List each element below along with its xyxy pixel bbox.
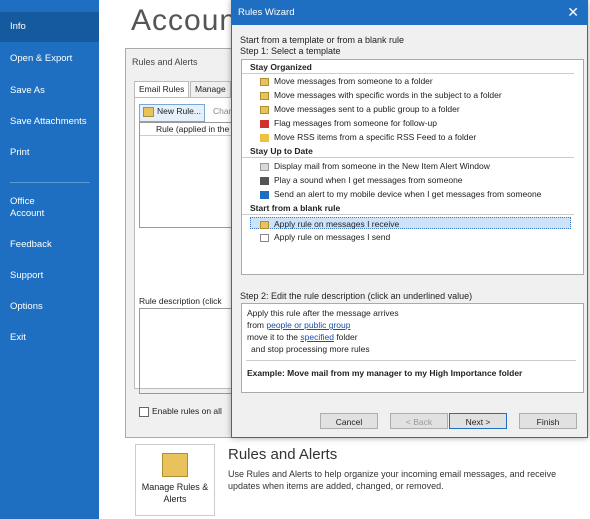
new-rule-label: New Rule...: [157, 106, 201, 116]
nav-item-feedback[interactable]: Feedback: [10, 239, 52, 250]
back-button[interactable]: < Back: [390, 413, 448, 429]
new-rule-icon: [143, 106, 154, 117]
template-item-label: Move messages sent to a public group to …: [274, 104, 460, 114]
wizard-titlebar: Rules Wizard ✕: [232, 1, 587, 25]
manage-rules-icon: [162, 453, 188, 477]
template-item-label: Apply rule on messages I send: [274, 232, 391, 242]
group-stay-organized: Stay Organized: [250, 62, 312, 72]
folder-icon: [260, 91, 269, 100]
rules-dialog-title: Rules and Alerts: [132, 57, 198, 67]
speaker-icon: [260, 176, 269, 185]
template-item-label: Play a sound when I get messages from so…: [274, 175, 463, 185]
template-item[interactable]: Play a sound when I get messages from so…: [260, 174, 463, 186]
template-item-label: Move RSS items from a specific RSS Feed …: [274, 132, 477, 142]
nav-item-open-export[interactable]: Open & Export: [10, 53, 72, 64]
specified-folder-link[interactable]: specified: [300, 332, 334, 342]
flag-icon: [260, 119, 269, 128]
group-divider: [242, 157, 574, 158]
rule-description-editor: Apply this rule after the message arrive…: [241, 303, 584, 393]
tab-email-rules[interactable]: Email Rules: [134, 81, 190, 97]
rule-description-label: Rule description (click: [139, 296, 222, 306]
template-item-label: Send an alert to my mobile device when I…: [274, 189, 542, 199]
rss-icon: [260, 133, 269, 142]
nav-item-save-attachments[interactable]: Save Attachments: [10, 116, 87, 127]
rules-alerts-description: Use Rules and Alerts to help organize yo…: [228, 469, 557, 491]
nav-item-exit[interactable]: Exit: [10, 332, 26, 343]
group-divider: [242, 214, 574, 215]
example-text: Example: Move mail from my manager to my…: [247, 368, 523, 378]
template-item-label: Flag messages from someone for follow-up: [274, 118, 437, 128]
rules-wizard-dialog: Rules Wizard ✕ Start from a template or …: [231, 0, 588, 438]
rule-column-header: Rule (applied in the: [156, 124, 230, 134]
desc-line-1: Apply this rule after the message arrive…: [247, 308, 399, 318]
nav-item-print[interactable]: Print: [10, 147, 30, 158]
nav-item-support[interactable]: Support: [10, 270, 43, 281]
desc-line-3-prefix: move it to the: [247, 332, 301, 342]
folder-icon: [260, 105, 269, 114]
template-item-selected[interactable]: Apply rule on messages I receive: [250, 217, 571, 229]
close-icon[interactable]: ✕: [567, 4, 579, 21]
wizard-title: Rules Wizard: [238, 7, 295, 18]
manage-rules-label: Manage Rules & Alerts: [141, 482, 209, 504]
folder-icon: [260, 77, 269, 86]
step1-label: Step 1: Select a template: [240, 46, 341, 56]
nav-item-save-as[interactable]: Save As: [10, 85, 45, 96]
template-item-label: Move messages with specific words in the…: [274, 90, 502, 100]
template-item[interactable]: Move messages with specific words in the…: [260, 89, 502, 101]
template-item[interactable]: Display mail from someone in the New Ite…: [260, 160, 490, 172]
finish-button[interactable]: Finish: [519, 413, 577, 429]
template-list[interactable]: Stay Organized Move messages from someon…: [241, 59, 584, 275]
group-divider: [242, 73, 574, 74]
phone-icon: [260, 190, 269, 199]
nav-separator: [10, 182, 90, 183]
enable-rules-option[interactable]: Enable rules on all: [139, 406, 222, 417]
template-item-label: Apply rule on messages I receive: [274, 219, 400, 229]
template-item[interactable]: Move RSS items from a specific RSS Feed …: [260, 131, 476, 143]
template-item[interactable]: Flag messages from someone for follow-up: [260, 117, 437, 129]
template-item[interactable]: Send an alert to my mobile device when I…: [260, 188, 541, 200]
nav-item-info[interactable]: Info: [0, 12, 99, 42]
step2-label: Step 2: Edit the rule description (click…: [240, 291, 473, 301]
desc-line-2: from people or public group: [247, 320, 351, 330]
desc-line-3-suffix: folder: [333, 332, 358, 342]
desc-divider: [246, 360, 576, 361]
group-blank-rule: Start from a blank rule: [250, 203, 341, 213]
nav-item-options[interactable]: Options: [10, 301, 43, 312]
template-item[interactable]: Move messages from someone to a folder: [260, 75, 433, 87]
tab-manage-alerts[interactable]: Manage: [190, 81, 231, 97]
enable-rules-label: Enable rules on all: [152, 406, 222, 416]
people-or-public-group-link[interactable]: people or public group: [266, 320, 350, 330]
enable-rules-checkbox[interactable]: [139, 406, 149, 417]
blank-rule-icon: [260, 233, 269, 242]
template-item-label: Move messages from someone to a folder: [274, 76, 433, 86]
desc-line-4: and stop processing more rules: [251, 344, 370, 354]
template-item[interactable]: Move messages sent to a public group to …: [260, 103, 460, 115]
alert-window-icon: [260, 162, 269, 171]
new-rule-button[interactable]: New Rule...: [139, 104, 205, 122]
manage-rules-alerts-button[interactable]: Manage Rules & Alerts: [135, 444, 215, 516]
desc-line-3: move it to the specified folder: [247, 332, 358, 342]
nav-item-office-account[interactable]: Office Account: [10, 196, 70, 220]
desc-line-2-prefix: from: [247, 320, 267, 330]
template-item[interactable]: Apply rule on messages I send: [260, 231, 390, 243]
group-stay-up-to-date: Stay Up to Date: [250, 146, 313, 156]
folder-icon: [260, 220, 269, 229]
backstage-nav: Info Open & Export Save As Save Attachme…: [0, 0, 99, 519]
rules-alerts-heading: Rules and Alerts: [228, 446, 338, 463]
template-item-label: Display mail from someone in the New Ite…: [274, 161, 490, 171]
cancel-button[interactable]: Cancel: [320, 413, 378, 429]
page-title: Accoun: [131, 4, 238, 37]
wizard-start-text: Start from a template or from a blank ru…: [240, 35, 405, 45]
next-button[interactable]: Next >: [449, 413, 507, 429]
